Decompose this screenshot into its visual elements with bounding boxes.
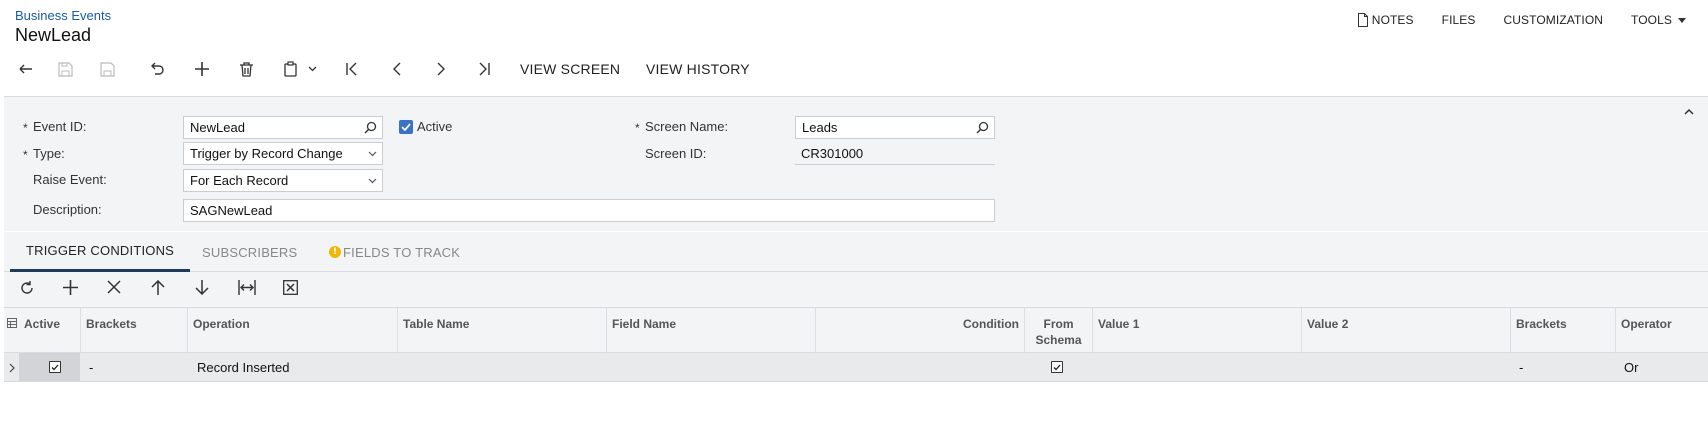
search-icon[interactable] bbox=[364, 121, 377, 134]
copy-paste-button[interactable] bbox=[280, 54, 320, 84]
description-label: Description: bbox=[33, 202, 102, 217]
row-operation[interactable]: Record Inserted bbox=[192, 353, 290, 381]
table-row[interactable]: - Record Inserted - Or bbox=[4, 353, 1708, 382]
active-label: Active bbox=[417, 119, 453, 134]
tab-fields-to-track-label: FIELDS TO TRACK bbox=[343, 244, 461, 260]
event-id-label: Event ID: bbox=[33, 119, 87, 134]
warning-icon: ! bbox=[329, 246, 341, 258]
row-brackets-close[interactable]: - bbox=[1514, 353, 1523, 381]
summary-form: * Event ID: NewLead Active * Screen Name… bbox=[4, 96, 1708, 231]
view-history-button[interactable]: VIEW HISTORY bbox=[646, 54, 750, 84]
column-header-operator[interactable]: Operator bbox=[1615, 308, 1708, 353]
row-brackets-open[interactable]: - bbox=[84, 353, 93, 381]
column-header-value-2[interactable]: Value 2 bbox=[1301, 308, 1510, 353]
column-header-field-name[interactable]: Field Name bbox=[606, 308, 815, 353]
chevron-up-icon[interactable] bbox=[1684, 103, 1694, 118]
screen-name-value: Leads bbox=[802, 120, 838, 135]
type-value: Trigger by Record Change bbox=[190, 146, 343, 161]
raise-event-value: For Each Record bbox=[190, 173, 289, 188]
event-id-field[interactable]: NewLead bbox=[183, 116, 383, 139]
chevron-right-icon[interactable] bbox=[9, 361, 15, 376]
column-settings-icon[interactable] bbox=[7, 316, 17, 331]
tab-subscribers[interactable]: SUBSCRIBERS bbox=[202, 232, 297, 272]
save-close-icon[interactable] bbox=[56, 54, 74, 84]
chevron-down-icon bbox=[308, 66, 317, 72]
move-down-icon[interactable] bbox=[195, 280, 209, 298]
column-header-active[interactable]: Active bbox=[19, 308, 85, 353]
active-checkbox[interactable] bbox=[399, 120, 413, 134]
breadcrumb[interactable]: Business Events bbox=[15, 8, 111, 23]
column-header-brackets[interactable]: Brackets bbox=[80, 308, 187, 353]
tab-bar: TRIGGER CONDITIONS SUBSCRIBERS ! FIELDS … bbox=[4, 232, 1708, 272]
screen-id-label: Screen ID: bbox=[645, 146, 707, 161]
description-value: SAGNewLead bbox=[190, 203, 273, 218]
screen-name-label: Screen Name: bbox=[645, 119, 729, 134]
screen-id-value: CR301000 bbox=[801, 145, 864, 161]
first-record-icon[interactable] bbox=[343, 54, 361, 84]
column-header-table-name[interactable]: Table Name bbox=[397, 308, 606, 353]
type-label: Type: bbox=[33, 146, 65, 161]
delete-row-icon[interactable] bbox=[107, 280, 121, 297]
type-select[interactable]: Trigger by Record Change bbox=[183, 142, 383, 165]
notes-label: NOTES bbox=[1371, 13, 1414, 27]
main-toolbar: VIEW SCREEN VIEW HISTORY bbox=[0, 54, 1708, 84]
column-header-operation[interactable]: Operation bbox=[187, 308, 397, 353]
refresh-icon[interactable] bbox=[19, 280, 35, 299]
chevron-down-icon bbox=[368, 151, 377, 157]
event-id-value: NewLead bbox=[190, 120, 245, 135]
move-up-icon[interactable] bbox=[151, 279, 165, 298]
description-field[interactable]: SAGNewLead bbox=[183, 199, 995, 222]
clipboard-icon bbox=[283, 61, 298, 77]
grid-header: Active Brackets Operation Table Name Fie… bbox=[4, 308, 1708, 353]
previous-record-icon[interactable] bbox=[388, 54, 406, 84]
export-excel-icon[interactable] bbox=[283, 280, 298, 298]
row-from-schema-checkbox[interactable] bbox=[1046, 353, 1063, 381]
column-header-from-schema[interactable]: From Schema bbox=[1024, 308, 1092, 353]
screen-name-field[interactable]: Leads bbox=[795, 116, 995, 139]
page-title: NewLead bbox=[15, 25, 92, 45]
row-operator[interactable]: Or bbox=[1619, 353, 1638, 381]
tab-fields-to-track[interactable]: ! FIELDS TO TRACK bbox=[329, 232, 460, 272]
delete-icon[interactable] bbox=[237, 54, 255, 84]
required-marker: * bbox=[23, 121, 28, 135]
files-button[interactable]: FILES bbox=[1442, 13, 1476, 27]
document-icon bbox=[1357, 13, 1369, 27]
chevron-down-icon bbox=[368, 178, 377, 184]
tab-trigger-conditions[interactable]: TRIGGER CONDITIONS bbox=[10, 232, 191, 272]
column-header-condition[interactable]: Condition bbox=[815, 308, 1024, 353]
required-marker: * bbox=[23, 148, 28, 162]
screen-id-field: CR301000 bbox=[795, 142, 995, 165]
tools-label: TOOLS bbox=[1631, 13, 1672, 27]
raise-event-label: Raise Event: bbox=[33, 172, 107, 187]
add-icon[interactable] bbox=[193, 54, 211, 84]
notes-button[interactable]: NOTES bbox=[1357, 13, 1414, 27]
required-marker: * bbox=[635, 121, 640, 135]
search-icon[interactable] bbox=[976, 121, 989, 134]
fit-columns-icon[interactable] bbox=[238, 280, 256, 298]
tools-button[interactable]: TOOLS bbox=[1631, 13, 1686, 27]
grid-toolbar bbox=[4, 272, 1708, 308]
view-screen-button[interactable]: VIEW SCREEN bbox=[520, 54, 620, 84]
top-tools: NOTES FILES CUSTOMIZATION TOOLS bbox=[1357, 12, 1708, 28]
customization-button[interactable]: CUSTOMIZATION bbox=[1504, 13, 1604, 27]
raise-event-select[interactable]: For Each Record bbox=[183, 169, 383, 192]
caret-down-icon bbox=[1678, 17, 1686, 23]
row-active-checkbox[interactable] bbox=[44, 353, 61, 381]
column-header-value-1[interactable]: Value 1 bbox=[1092, 308, 1301, 353]
undo-icon[interactable] bbox=[16, 54, 34, 84]
last-record-icon[interactable] bbox=[475, 54, 493, 84]
next-record-icon[interactable] bbox=[432, 54, 450, 84]
cancel-changes-icon[interactable] bbox=[148, 54, 166, 84]
add-row-icon[interactable] bbox=[63, 280, 78, 298]
column-header-brackets-close[interactable]: Brackets bbox=[1510, 308, 1615, 353]
save-icon[interactable] bbox=[98, 54, 116, 84]
